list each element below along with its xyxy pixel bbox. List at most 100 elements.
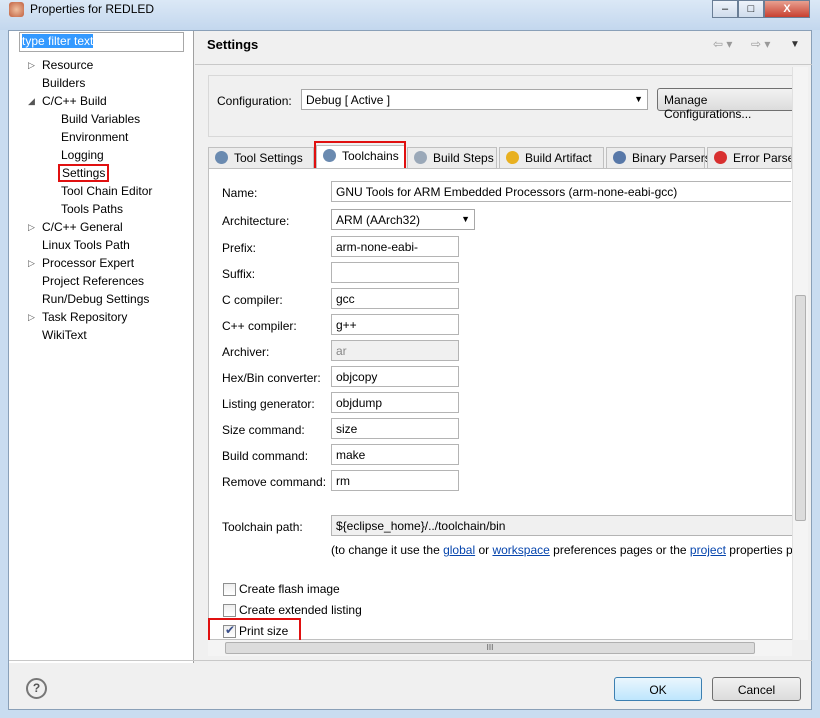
toolchains-panel: Name: GNU Tools for ARM Embedded Processo… xyxy=(208,168,792,640)
archiver-input[interactable]: ar xyxy=(331,340,459,361)
toolchain-path-note: (to change it use the global or workspac… xyxy=(331,543,792,557)
page-header: Settings ⇦ ▾ ⇨ ▾ ▼ xyxy=(195,31,812,65)
c-compiler-label: C compiler: xyxy=(222,293,283,307)
manage-configurations-button[interactable]: Manage Configurations... xyxy=(657,88,797,121)
prefix-label: Prefix: xyxy=(222,241,257,255)
build-label: Build command: xyxy=(222,449,309,463)
checkbox[interactable] xyxy=(223,604,236,617)
window-title: Properties for REDLED xyxy=(30,2,155,16)
tab-label: Binary Parsers xyxy=(632,151,711,165)
forward-button[interactable]: ⇨ ▾ xyxy=(751,37,770,51)
app-icon xyxy=(9,2,24,17)
tab-label: Tool Settings xyxy=(234,151,303,165)
configuration-select[interactable]: Debug [ Active ] ▼ xyxy=(301,89,648,110)
help-button[interactable]: ? xyxy=(26,678,47,699)
tree-item[interactable]: Settings xyxy=(58,164,110,182)
vertical-scrollbar[interactable] xyxy=(792,67,808,640)
highlight-toolchains-tab xyxy=(314,141,406,170)
note-text: preferences pages or the xyxy=(549,543,690,557)
tree-item[interactable]: Task Repository xyxy=(42,310,127,324)
checkbox-label[interactable]: Create flash image xyxy=(239,582,340,596)
tree-item[interactable]: Logging xyxy=(61,148,104,162)
maximize-button[interactable]: □ xyxy=(738,0,764,18)
remove-input[interactable]: rm xyxy=(331,470,459,491)
note-text: (to change it use the xyxy=(331,543,444,557)
horizontal-scrollbar[interactable]: III xyxy=(208,640,792,656)
tree-item[interactable]: Linux Tools Path xyxy=(42,238,130,252)
tree-item[interactable]: Run/Debug Settings xyxy=(42,292,149,306)
view-menu-button[interactable]: ▼ xyxy=(790,39,800,50)
navigation-panel: type filter text ▷ Resource Builders ◢ C/C++… xyxy=(9,31,194,663)
global-link[interactable]: global xyxy=(443,543,475,557)
workspace-link[interactable]: workspace xyxy=(492,543,549,557)
back-button[interactable]: ⇦ ▾ xyxy=(713,37,732,51)
collapse-arrow-icon[interactable]: ◢ xyxy=(28,96,35,107)
filter-text: type filter text xyxy=(22,34,94,48)
tree-item[interactable]: Project References xyxy=(42,274,144,288)
build-steps-icon xyxy=(414,151,427,164)
title-bar: Properties for REDLED ‒ □ X xyxy=(0,0,820,30)
tab-tool-settings[interactable]: Tool Settings xyxy=(208,147,314,169)
expand-arrow-icon[interactable]: ▷ xyxy=(28,60,35,71)
archiver-label: Archiver: xyxy=(222,345,270,359)
tree-item[interactable]: WikiText xyxy=(42,328,87,342)
suffix-input[interactable] xyxy=(331,262,459,283)
checkbox-label[interactable]: Create extended listing xyxy=(239,603,362,617)
page-title: Settings xyxy=(207,37,259,52)
tree-item[interactable]: Builders xyxy=(42,76,85,90)
note-text: or xyxy=(475,543,493,557)
tab-error-parse[interactable]: Error Parse xyxy=(707,147,792,169)
tree-item[interactable]: Environment xyxy=(61,130,128,144)
tree-item[interactable]: C/C++ General xyxy=(42,220,123,234)
tree-item[interactable]: Tools Paths xyxy=(61,202,123,216)
horizontal-scroll-thumb[interactable]: III xyxy=(225,642,755,654)
hexbin-label: Hex/Bin converter: xyxy=(222,371,321,385)
cpp-compiler-input[interactable]: g++ xyxy=(331,314,459,335)
hexbin-input[interactable]: objcopy xyxy=(331,366,459,387)
close-button[interactable]: X xyxy=(764,0,810,18)
tree-item[interactable]: Build Variables xyxy=(61,112,140,126)
size-input[interactable]: size xyxy=(331,418,459,439)
name-input[interactable]: GNU Tools for ARM Embedded Processors (a… xyxy=(331,181,791,202)
tab-build-steps[interactable]: Build Steps xyxy=(407,147,497,169)
tab-label: Error Parse xyxy=(733,151,792,165)
tab-build-artifact[interactable]: Build Artifact xyxy=(499,147,604,169)
binary-parsers-icon xyxy=(613,151,626,164)
filter-input[interactable]: type filter text xyxy=(19,32,184,52)
note-text: properties pa xyxy=(725,543,792,557)
cpp-compiler-label: C++ compiler: xyxy=(222,319,297,333)
tree-item[interactable]: Processor Expert xyxy=(42,256,134,270)
build-artifact-icon xyxy=(506,151,519,164)
highlight-print-size xyxy=(208,618,301,642)
dialog-body: type filter text ▷ Resource Builders ◢ C/C++… xyxy=(8,30,812,710)
architecture-value: ARM (AArch32) xyxy=(336,213,421,227)
suffix-label: Suffix: xyxy=(222,267,256,281)
configuration-label: Configuration: xyxy=(217,94,292,108)
architecture-label: Architecture: xyxy=(222,214,290,228)
ok-button[interactable]: OK xyxy=(614,677,702,701)
tree-item[interactable]: Tool Chain Editor xyxy=(61,184,152,198)
minimize-button[interactable]: ‒ xyxy=(712,0,738,18)
c-compiler-input[interactable]: gcc xyxy=(331,288,459,309)
checkbox[interactable] xyxy=(223,583,236,596)
tree-item[interactable]: Resource xyxy=(42,58,93,72)
tree-item[interactable]: C/C++ Build xyxy=(42,94,107,108)
expand-arrow-icon[interactable]: ▷ xyxy=(28,222,35,233)
build-input[interactable]: make xyxy=(331,444,459,465)
project-link[interactable]: project xyxy=(690,543,726,557)
prefix-input[interactable]: arm-none-eabi- xyxy=(331,236,459,257)
expand-arrow-icon[interactable]: ▷ xyxy=(28,312,35,323)
chevron-down-icon: ▼ xyxy=(634,94,643,104)
toolchain-path-input[interactable]: ${eclipse_home}/../toolchain/bin xyxy=(331,515,792,536)
cancel-button[interactable]: Cancel xyxy=(712,677,801,701)
footer-divider xyxy=(9,660,812,661)
tab-label: Build Artifact xyxy=(525,151,592,165)
vertical-scroll-thumb[interactable] xyxy=(795,295,806,521)
architecture-select[interactable]: ARM (AArch32) ▼ xyxy=(331,209,475,230)
configuration-value: Debug [ Active ] xyxy=(306,93,391,107)
expand-arrow-icon[interactable]: ▷ xyxy=(28,258,35,269)
tab-binary-parsers[interactable]: Binary Parsers xyxy=(606,147,711,169)
toolchain-path-label: Toolchain path: xyxy=(222,520,303,534)
listing-input[interactable]: objdump xyxy=(331,392,459,413)
listing-label: Listing generator: xyxy=(222,397,315,411)
